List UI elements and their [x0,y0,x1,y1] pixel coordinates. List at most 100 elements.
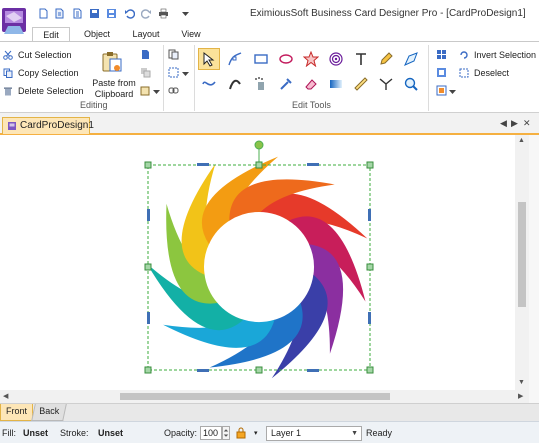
window-title: EximiousSoft Business Card Designer Pro … [250,8,526,19]
invert-icon [460,51,468,59]
fill-value[interactable]: Unset [23,428,48,438]
resize-handle[interactable] [366,366,374,374]
tab-scroll-right-icon[interactable]: ▶ [511,118,518,129]
scissors-icon [3,50,13,60]
save-as-icon[interactable] [106,8,117,19]
spiral-tool[interactable] [325,48,347,70]
tab-edit[interactable]: Edit [32,27,70,42]
measure-tool[interactable] [350,73,372,95]
pen-tool[interactable] [400,48,422,70]
resize-handle[interactable] [255,366,263,374]
group-separator [428,45,429,111]
connector-icon [379,78,393,90]
new-page-icon[interactable] [54,8,65,19]
skew-handle[interactable] [368,312,371,324]
tab-object[interactable]: Object [75,27,119,42]
print-icon[interactable] [158,8,169,19]
document-icon [8,122,16,130]
skew-handle[interactable] [147,312,150,324]
spiral-icon [329,52,343,66]
text-tool[interactable] [350,48,372,70]
tab-back-page[interactable]: Back [31,404,67,421]
vertical-scrollbar[interactable]: ▲ ▼ [515,135,529,390]
design-canvas[interactable] [0,135,515,390]
select-by-icon[interactable] [436,85,447,96]
duplicate-icon[interactable] [140,67,151,78]
dropper-tool[interactable] [275,73,297,95]
undo-icon[interactable] [124,8,135,19]
scroll-left-icon[interactable]: ◀ [3,392,8,400]
scroll-right-icon[interactable]: ▶ [518,392,523,400]
horizontal-scrollbar[interactable]: ◀ ▶ [0,390,529,403]
tweak-tool[interactable] [198,73,220,95]
layer-select[interactable]: Layer 1 ▼ [266,426,362,441]
layer-selector-arrow-icon[interactable]: ▾ [254,429,258,437]
scroll-up-icon[interactable]: ▲ [518,137,525,144]
skew-handle[interactable] [197,163,209,166]
dropdown-arrow-icon[interactable] [447,86,458,97]
circular-swirl-logo[interactable] [0,135,515,390]
lock-icon[interactable] [235,427,247,439]
tab-layout[interactable]: Layout [124,27,168,42]
dropdown-arrow-icon[interactable] [151,86,162,97]
skew-handle[interactable] [368,209,371,221]
spray-tool[interactable] [250,73,272,95]
title-bar: EximiousSoft Business Card Designer Pro … [0,0,539,34]
paste-special-icon[interactable] [140,85,151,96]
resize-handle[interactable] [144,263,152,271]
tab-view[interactable]: View [173,27,209,42]
save-icon[interactable] [89,8,100,19]
resize-handle[interactable] [144,366,152,374]
close-document-icon[interactable]: ✕ [523,118,531,129]
eraser-tool[interactable] [300,73,322,95]
tab-front-page[interactable]: Front [0,404,33,421]
deselect-icon [459,68,469,78]
tab-scroll-left-icon[interactable]: ◀ [500,118,507,129]
skew-handle[interactable] [197,369,209,372]
paste-label-line2: Clipboard [94,89,134,99]
calligraphy-icon [229,79,241,90]
arrange-icon[interactable] [168,49,179,60]
ellipse-tool[interactable] [275,48,297,70]
layer-select-value: Layer 1 [271,428,302,438]
scroll-down-icon[interactable]: ▼ [518,379,525,386]
select-tool[interactable] [198,48,220,70]
node-edit-tool[interactable] [224,48,246,70]
skew-handle[interactable] [307,163,319,166]
resize-handle[interactable] [255,161,263,169]
vertical-scroll-thumb[interactable] [518,202,526,307]
select-same-icon[interactable] [436,67,447,78]
resize-handle[interactable] [366,263,374,271]
resize-handle[interactable] [366,161,374,169]
rotate-handle[interactable] [254,140,264,150]
edit-tools-group-label: Edit Tools [292,100,331,110]
new-file-icon[interactable] [38,8,49,19]
skew-handle[interactable] [307,369,319,372]
rectangle-tool[interactable] [250,48,272,70]
dropdown-arrow-icon[interactable] [180,68,191,79]
skew-handle[interactable] [147,209,150,221]
customize-toolbar-icon[interactable] [180,8,191,19]
star-tool[interactable] [300,48,322,70]
page-icon[interactable] [140,49,151,60]
opacity-spinner[interactable] [222,426,230,440]
opacity-input[interactable]: 100 [200,426,222,440]
group-objects-icon[interactable] [168,67,179,78]
select-all-icon[interactable] [436,49,447,60]
connector-tool[interactable] [375,73,397,95]
document-tab[interactable]: CardProDesign1 [2,117,94,134]
gradient-tool[interactable] [325,73,347,95]
link-icon[interactable] [168,85,179,96]
redo-icon[interactable] [141,8,152,19]
stroke-value[interactable]: Unset [98,428,123,438]
pencil-tool[interactable] [375,48,397,70]
resize-handle[interactable] [144,161,152,169]
paste-label-line1: Paste from [92,78,136,88]
open-file-icon[interactable] [72,8,83,19]
paste-from-clipboard-button[interactable]: Paste from Clipboard [88,48,138,100]
gradient-icon [330,80,342,88]
horizontal-scroll-thumb[interactable] [120,393,390,400]
calligraphy-tool[interactable] [224,73,246,95]
zoom-tool[interactable] [400,73,422,95]
status-text: Ready [366,428,393,438]
